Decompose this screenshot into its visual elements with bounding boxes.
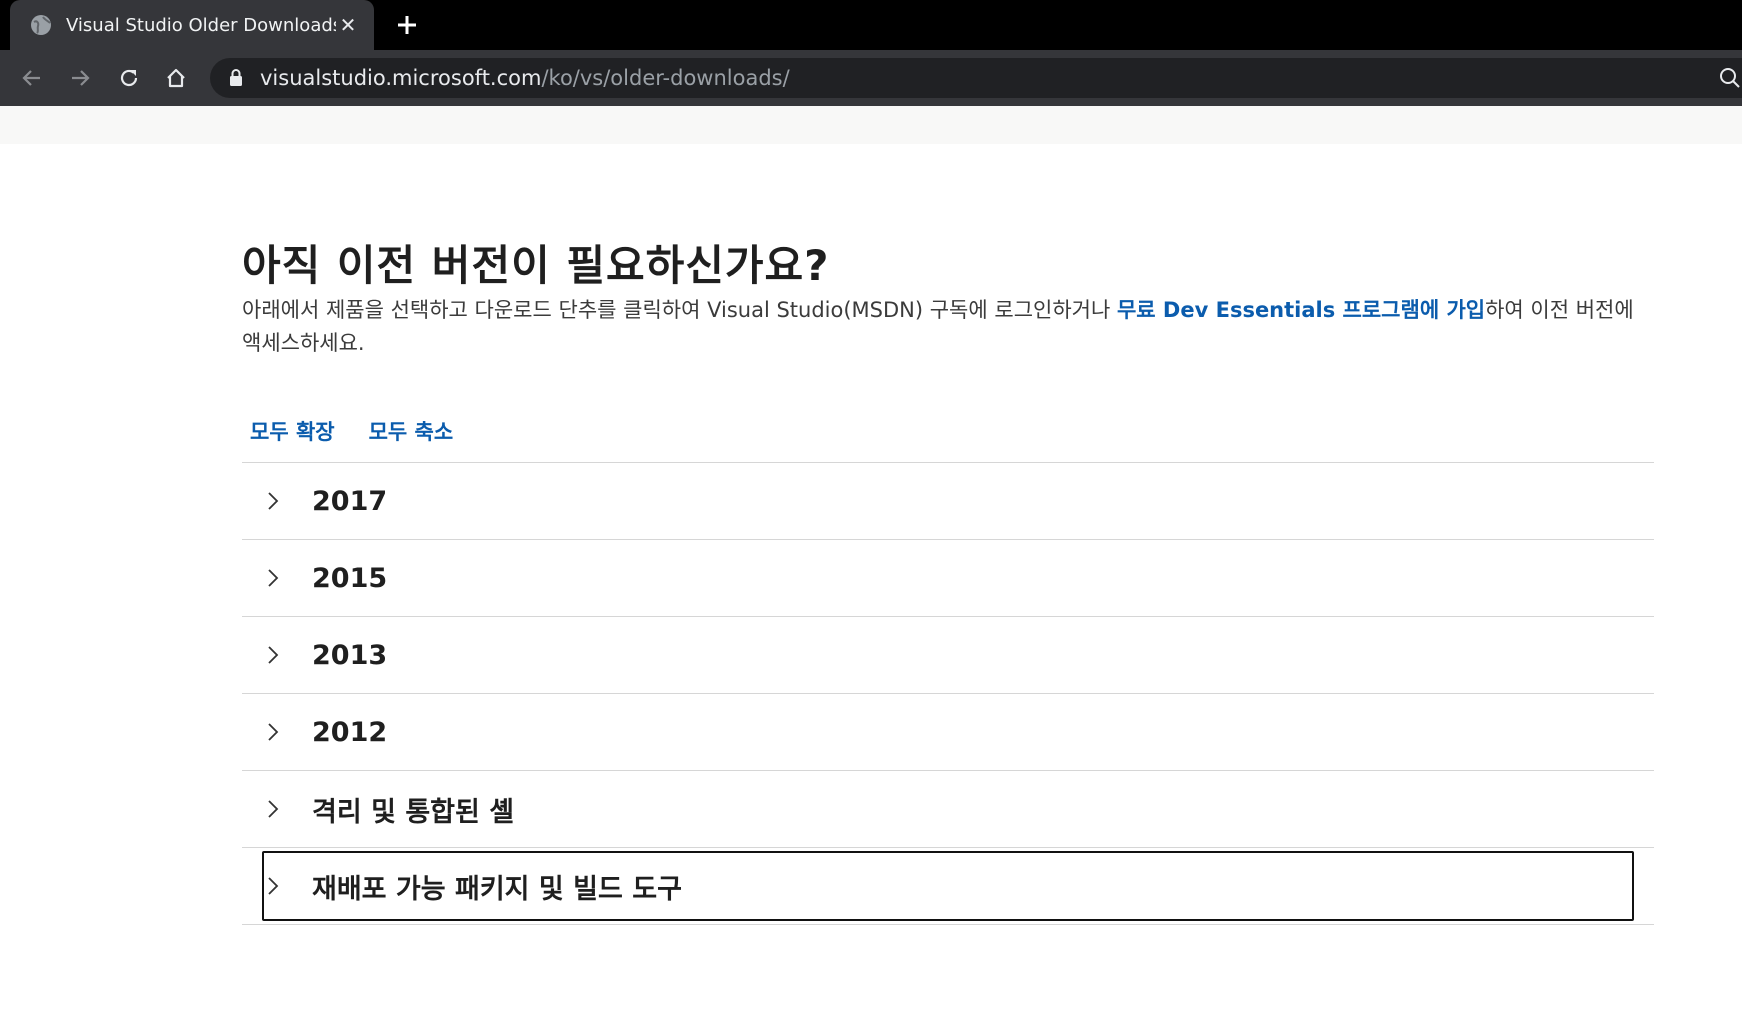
back-button[interactable] xyxy=(14,60,50,96)
intro-text: 아래에서 제품을 선택하고 다운로드 단추를 클릭하여 Visual Studi… xyxy=(242,294,1652,360)
accordion-item-2015[interactable]: 2015 xyxy=(242,540,1654,617)
forward-button[interactable] xyxy=(62,60,98,96)
browser-toolbar: visualstudio.microsoft.com/ko/vs/older-d… xyxy=(0,50,1742,106)
chevron-right-icon xyxy=(268,492,279,510)
accordion-item-2012[interactable]: 2012 xyxy=(242,694,1654,771)
arrow-left-icon xyxy=(22,70,40,86)
accordion-toggle-links: 모두 확장 모두 축소 xyxy=(250,416,453,446)
address-bar[interactable]: visualstudio.microsoft.com/ko/vs/older-d… xyxy=(210,58,1742,98)
globe-icon xyxy=(30,14,52,36)
accordion-label: 2015 xyxy=(312,562,388,594)
arrow-right-icon xyxy=(72,70,90,86)
plus-icon xyxy=(398,16,416,34)
tab-title: Visual Studio Older Downloads xyxy=(66,14,336,36)
page-title: 아직 이전 버전이 필요하신가요? xyxy=(242,241,830,290)
reload-button[interactable] xyxy=(111,60,147,96)
close-icon[interactable]: ✕ xyxy=(336,13,360,37)
accordion-label: 격리 및 통합된 셸 xyxy=(312,796,515,828)
dev-essentials-link[interactable]: 무료 Dev Essentials 프로그램에 가입 xyxy=(1117,298,1485,322)
browser-tab[interactable]: Visual Studio Older Downloads ✕ xyxy=(10,0,374,50)
chevron-right-icon xyxy=(268,800,279,818)
accordion-label: 2017 xyxy=(312,485,388,517)
accordion-item-redistributables[interactable]: 재배포 가능 패키지 및 빌드 도구 xyxy=(242,848,1654,925)
home-icon xyxy=(167,68,185,88)
chevron-right-icon xyxy=(268,877,279,895)
version-accordion: 2017 2015 2013 2012 격리 및 통합된 셸 재배포 가능 패키… xyxy=(242,462,1654,925)
intro-text-before: 아래에서 제품을 선택하고 다운로드 단추를 클릭하여 Visual Studi… xyxy=(242,298,1117,322)
accordion-label: 재배포 가능 패키지 및 빌드 도구 xyxy=(312,873,682,905)
accordion-item-2017[interactable]: 2017 xyxy=(242,463,1654,540)
chevron-right-icon xyxy=(268,723,279,741)
accordion-label: 2012 xyxy=(312,716,388,748)
url-path: /ko/vs/older-downloads/ xyxy=(541,66,790,90)
accordion-item-isolated-shell[interactable]: 격리 및 통합된 셸 xyxy=(242,771,1654,848)
reload-icon xyxy=(120,69,138,87)
lock-icon xyxy=(228,68,244,88)
chevron-right-icon xyxy=(268,646,279,664)
search-icon[interactable] xyxy=(1718,66,1742,90)
accordion-label: 2013 xyxy=(312,639,388,671)
url-text: visualstudio.microsoft.com/ko/vs/older-d… xyxy=(260,66,790,90)
browser-tabstrip: Visual Studio Older Downloads ✕ xyxy=(0,0,1742,50)
accordion-item-2013[interactable]: 2013 xyxy=(242,617,1654,694)
expand-all-link[interactable]: 모두 확장 xyxy=(250,416,335,446)
home-button[interactable] xyxy=(158,60,194,96)
collapse-all-link[interactable]: 모두 축소 xyxy=(369,416,454,446)
chevron-right-icon xyxy=(268,569,279,587)
url-host: visualstudio.microsoft.com xyxy=(260,66,542,90)
site-header-strip xyxy=(0,106,1742,144)
new-tab-button[interactable] xyxy=(390,8,424,42)
